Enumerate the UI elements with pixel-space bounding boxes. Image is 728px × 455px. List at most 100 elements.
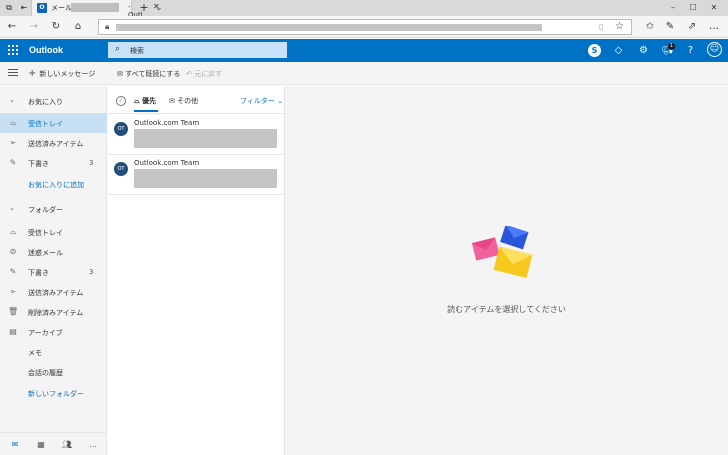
outlook-favicon-icon: O — [37, 3, 47, 13]
folder-archive[interactable]: ▤ アーカイブ — [0, 322, 107, 342]
favorites-section-header[interactable]: ⌄ お気に入り — [0, 92, 107, 110]
folder-inbox[interactable]: ⌓ 受信トレイ — [0, 222, 107, 242]
chevron-down-icon: ⌄ — [9, 204, 15, 212]
empty-reading-pane-message: 読むアイテムを選択してください — [447, 305, 566, 314]
lock-icon: 🔒︎ — [105, 22, 110, 31]
window-close-icon[interactable]: ✕ — [708, 2, 720, 14]
focused-icon: ⌓ — [134, 97, 142, 105]
settings-gear-icon[interactable]: ⚙ — [637, 44, 650, 57]
folder-conversation-history[interactable]: 会話の履歴 — [0, 362, 107, 382]
reading-view-icon[interactable]: ▯ — [599, 22, 603, 31]
calendar-icon[interactable]: ▦ — [35, 439, 47, 451]
select-all-checkbox-icon[interactable]: ✓ — [116, 96, 126, 106]
empty-envelopes-illustration — [472, 226, 533, 278]
message-sender: Outlook.com Team — [134, 159, 200, 167]
pencil-icon: ✎ — [9, 158, 17, 167]
add-favorite-link[interactable]: お気に入りに追加 — [0, 174, 107, 194]
inbox-pivot: ✓ ⌓ 優先 ✉ その他 フィルター ⌄ — [108, 86, 285, 114]
premium-diamond-icon[interactable]: ◇ — [612, 44, 625, 57]
undo-label: 元に戻す — [194, 70, 223, 78]
favorite-sent-items[interactable]: ➢ 送信済みアイテム — [0, 133, 107, 153]
pencil-icon: ✎ — [9, 267, 17, 276]
back-icon[interactable]: ← — [6, 21, 18, 33]
chevron-down-icon: ⌄ — [274, 97, 283, 105]
share-icon[interactable]: ⇗ — [686, 21, 698, 33]
skype-icon[interactable]: S — [588, 44, 601, 57]
outlook-brand[interactable]: Outlook — [29, 45, 63, 55]
sender-avatar: OT — [114, 122, 128, 136]
tab-title-redacted — [71, 3, 119, 12]
favorite-inbox[interactable]: ⌓ 受信トレイ — [0, 113, 107, 133]
selected-tab-indicator — [134, 110, 158, 112]
account-avatar-icon[interactable]: ☺ — [707, 42, 722, 57]
browser-nav-bar: ← → ↻ ⌂ 🔒︎ ▯ ☆ ✩ ✎ ⇗ … — [0, 16, 728, 38]
more-icon[interactable]: … — [708, 21, 720, 33]
message-item[interactable]: OT Outlook.com Team — [108, 115, 285, 155]
drafts-count: 3 — [89, 159, 94, 167]
maximize-icon[interactable]: ☐ — [687, 2, 699, 14]
url-redacted — [116, 24, 542, 31]
undo-icon: ↶ — [186, 70, 195, 78]
archive-icon: ▤ — [9, 327, 17, 336]
plus-icon: + — [28, 68, 37, 79]
message-preview-redacted — [134, 129, 277, 148]
browser-tab-bar: ⧉ ⇤ O メール - - Outl ✕ + ⌄ – ☐ ✕ — [0, 0, 728, 19]
envelope-icon: ✉ — [169, 97, 178, 105]
filter-dropdown[interactable]: フィルター ⌄ — [240, 96, 283, 106]
minimize-icon[interactable]: – — [667, 2, 679, 14]
home-icon[interactable]: ⌂ — [72, 21, 84, 33]
tab-other[interactable]: ✉ その他 — [169, 96, 198, 106]
drafts-count: 3 — [89, 268, 94, 276]
notification-badge: 1 — [668, 43, 675, 50]
mail-icon[interactable]: ✉ — [9, 439, 21, 451]
inbox-icon: ⌓ — [9, 227, 17, 236]
tab-actions-icon[interactable]: ⧉ — [4, 3, 14, 13]
browser-tab-outlook[interactable]: O メール - - Outl ✕ — [31, 0, 160, 19]
mark-all-read-label: すべて既読にする — [125, 70, 181, 78]
folders-section-header[interactable]: ⌄ フォルダー — [0, 200, 107, 218]
search-icon: ⌕ — [115, 44, 121, 54]
refresh-icon[interactable]: ↻ — [50, 21, 62, 33]
favorites-icon[interactable]: ✩ — [644, 21, 656, 33]
set-aside-tabs-icon[interactable]: ⇤ — [19, 3, 29, 13]
new-message-button[interactable]: + 新しいメッセージ — [28, 68, 95, 79]
outlook-header: Outlook ⌕ 検索 S ◇ ⚙ 📢︎ ? — [0, 39, 728, 62]
command-bar: + 新しいメッセージ ✉ すべて既読にする ↶ 元に戻す — [0, 62, 728, 85]
envelope-open-icon: ✉ — [117, 70, 126, 78]
favorite-star-icon[interactable]: ☆ — [615, 21, 624, 32]
folder-sent-items[interactable]: ➢ 送信済みアイテム — [0, 282, 107, 302]
folder-deleted-items[interactable]: 🗑︎ 削除済みアイテム — [0, 302, 107, 322]
blocked-icon: ⊘ — [9, 247, 17, 256]
help-icon[interactable]: ? — [684, 44, 697, 57]
folder-drafts[interactable]: ✎ 下書き 3 — [0, 262, 107, 282]
people-icon[interactable]: 👥︎ — [61, 439, 73, 451]
new-tab-icon[interactable]: + — [139, 2, 149, 13]
new-folder-link[interactable]: 新しいフォルダー — [0, 383, 107, 403]
reading-pane: 読むアイテムを選択してください — [285, 86, 728, 455]
more-apps-icon[interactable]: … — [87, 439, 99, 451]
send-icon: ➢ — [9, 138, 17, 147]
forward-icon[interactable]: → — [28, 21, 40, 33]
send-icon: ➢ — [9, 287, 17, 296]
trash-icon: 🗑︎ — [8, 307, 19, 316]
app-launcher-icon[interactable] — [8, 45, 18, 55]
tab-focused[interactable]: ⌓ 優先 — [134, 96, 156, 106]
mark-all-read-button[interactable]: ✉ すべて既読にする — [117, 69, 180, 79]
inbox-icon: ⌓ — [9, 118, 17, 127]
search-placeholder: 検索 — [130, 47, 144, 55]
folder-notes[interactable]: メモ — [0, 342, 107, 362]
notes-pen-icon[interactable]: ✎ — [664, 21, 676, 33]
hamburger-menu-icon[interactable] — [8, 68, 18, 78]
undo-button[interactable]: ↶ 元に戻す — [186, 69, 222, 79]
message-item[interactable]: OT Outlook.com Team — [108, 155, 285, 195]
message-list: ✓ ⌓ 優先 ✉ その他 フィルター ⌄ OT Outlook.com Team… — [108, 86, 285, 455]
favorite-drafts[interactable]: ✎ 下書き 3 — [0, 153, 107, 173]
module-switcher: ✉ ▦ 👥︎ … — [0, 432, 107, 455]
address-bar[interactable]: 🔒︎ ▯ ☆ — [98, 19, 632, 35]
chevron-down-icon: ⌄ — [9, 96, 15, 104]
folder-pane: ⌄ お気に入り ⌓ 受信トレイ ➢ 送信済みアイテム ✎ 下書き 3 お気に入り… — [0, 86, 107, 455]
sender-avatar: OT — [114, 162, 128, 176]
folder-junk[interactable]: ⊘ 迷惑メール — [0, 242, 107, 262]
tab-list-chevron-icon[interactable]: ⌄ — [154, 3, 164, 13]
search-box[interactable]: ⌕ 検索 — [108, 42, 287, 58]
